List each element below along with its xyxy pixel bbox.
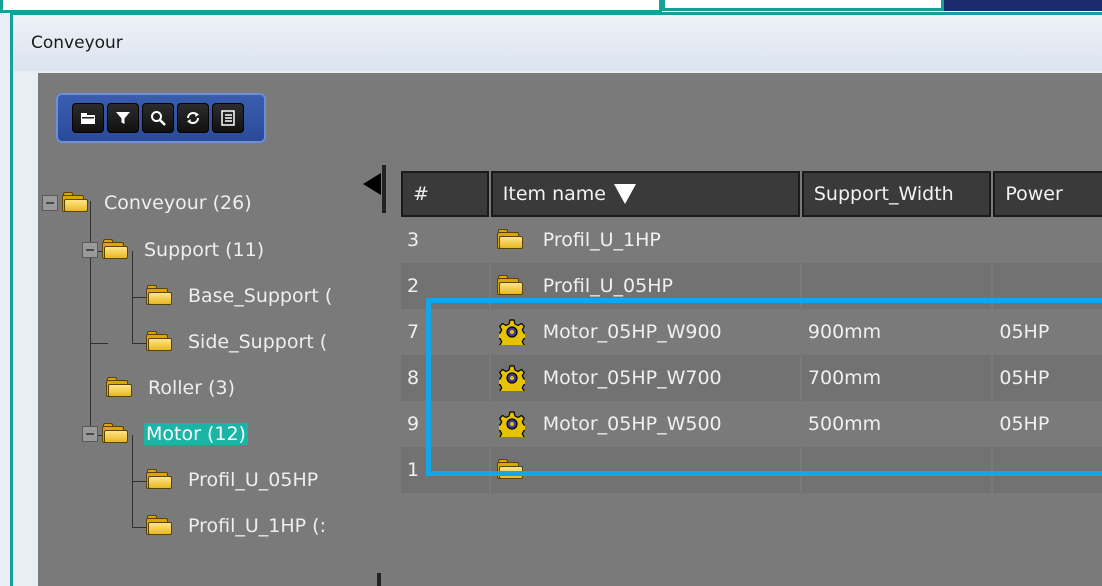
panel-splitter[interactable]: [377, 573, 381, 586]
folder-icon: [496, 227, 527, 253]
cell-number: 3: [401, 217, 489, 263]
tree-node-label-selected: Motor (12): [144, 423, 248, 445]
folder-icon: [146, 469, 176, 491]
folder-icon: [102, 423, 132, 445]
title-bar[interactable]: Conveyour: [13, 15, 1102, 71]
list-icon: [221, 110, 235, 126]
collapse-icon[interactable]: [42, 195, 58, 211]
cell-item-name: Profil_U_1HP: [490, 217, 800, 263]
tree-node-base-support[interactable]: Base_Support (: [146, 281, 332, 311]
column-header-label: Power: [1005, 183, 1063, 205]
conveyour-window: Conveyour Conveyour (26) Support (11) Ba…: [10, 12, 1102, 586]
folder-icon: [62, 192, 92, 214]
panel-splitter[interactable]: [382, 165, 386, 213]
tree-node-roller[interactable]: Roller (3): [106, 373, 235, 403]
filter-button[interactable]: [107, 103, 139, 133]
tree-node-label: Roller (3): [148, 377, 235, 399]
background-window-middle: [662, 0, 944, 11]
tree-node-side-support[interactable]: Side_Support (: [146, 327, 327, 357]
column-header-power[interactable]: Power: [993, 171, 1102, 217]
column-header-support-width[interactable]: Support_Width: [801, 171, 992, 217]
search-icon: [151, 111, 166, 126]
cell-support-width: [801, 217, 992, 263]
cell-power: [993, 217, 1102, 263]
refresh-button[interactable]: [177, 103, 209, 133]
collapse-panel-arrow-icon[interactable]: [363, 173, 381, 195]
search-button[interactable]: [142, 103, 174, 133]
background-window-right: [944, 0, 1102, 11]
catalog-panel: Conveyour (26) Support (11) Base_Support…: [38, 73, 1102, 586]
collapse-icon[interactable]: [82, 426, 98, 442]
tree-connector: [90, 343, 108, 344]
category-tree: Conveyour (26) Support (11) Base_Support…: [38, 163, 378, 563]
list-view-button[interactable]: [212, 103, 244, 133]
tree-node-profil-05hp[interactable]: Profil_U_05HP: [146, 465, 318, 495]
collapse-icon[interactable]: [82, 242, 98, 258]
column-header-label: Item name: [502, 183, 606, 205]
folder-icon: [146, 285, 176, 307]
sort-descending-icon: [613, 184, 636, 204]
tree-node-label: Base_Support (: [188, 285, 333, 307]
tree-node-motor[interactable]: Motor (12): [82, 419, 248, 449]
tree-node-profil-1hp[interactable]: Profil_U_1HP (:: [146, 511, 326, 541]
tree-node-label: Side_Support (: [188, 331, 328, 353]
refresh-icon: [187, 112, 199, 124]
filter-icon: [116, 112, 130, 124]
folder-icon: [146, 515, 176, 537]
column-header-label: #: [413, 183, 429, 205]
window-title: Conveyour: [31, 33, 123, 53]
folder-icon: [146, 331, 176, 353]
column-header-number[interactable]: #: [401, 171, 489, 217]
tree-node-label: Support (11): [144, 239, 265, 261]
tree-node-label: Profil_U_05HP: [188, 469, 319, 491]
toolbar: [56, 93, 266, 143]
tree-node-support[interactable]: Support (11): [82, 235, 264, 265]
cell-item-name-text: Profil_U_1HP: [542, 229, 661, 251]
column-header-label: Support_Width: [813, 183, 954, 205]
folder-icon: [102, 239, 132, 261]
folder-icon: [81, 113, 95, 124]
table-header: # Item name Support_Width Power: [401, 171, 1102, 217]
open-folder-button[interactable]: [72, 103, 104, 133]
table-row[interactable]: 3 Profil_U_1HP: [401, 217, 1102, 263]
cell-item-name-text: Profil_U_05HP: [542, 275, 673, 297]
tree-node-label: Profil_U_1HP (:: [188, 515, 326, 537]
column-header-item-name[interactable]: Item name: [490, 171, 800, 217]
tree-node-label: Conveyour (26): [104, 192, 252, 214]
selection-highlight-box: [426, 298, 1102, 476]
folder-icon: [496, 273, 527, 299]
folder-icon: [106, 377, 136, 399]
tree-node-conveyour[interactable]: Conveyour (26): [42, 188, 252, 218]
